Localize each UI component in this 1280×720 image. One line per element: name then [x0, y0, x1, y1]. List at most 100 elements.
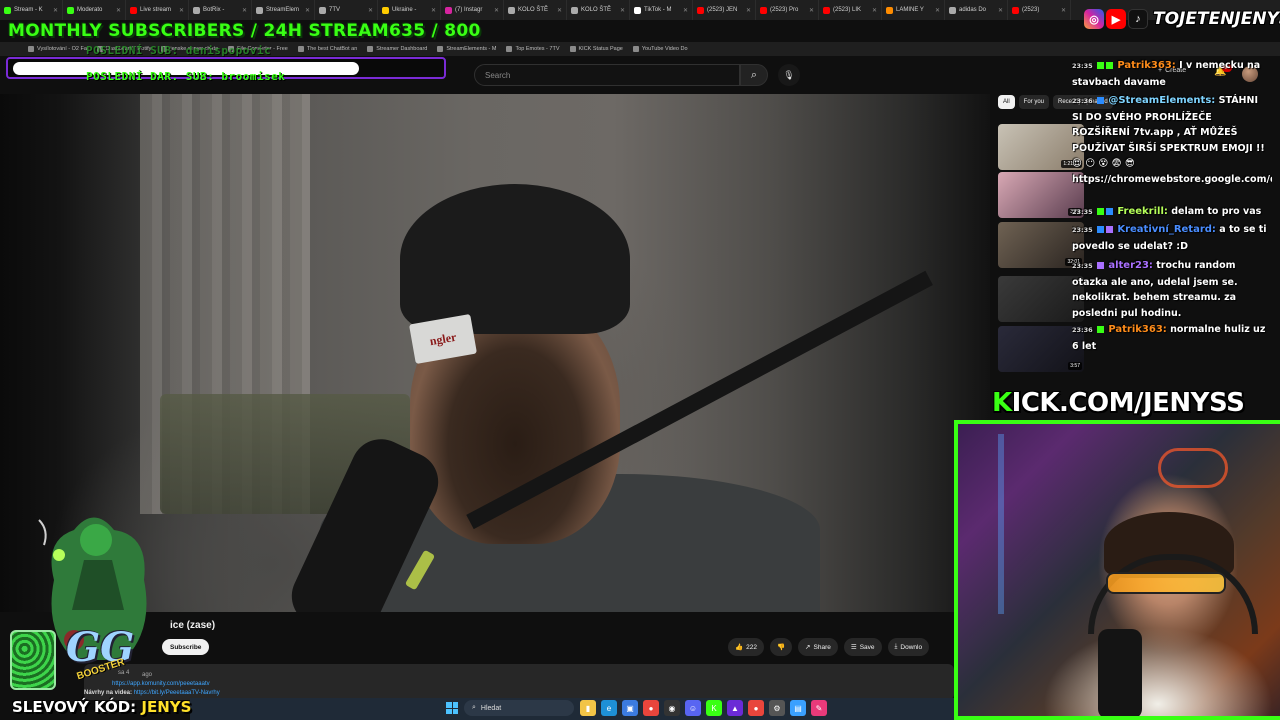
tab-label: (2523): [1022, 7, 1040, 13]
browser-tab[interactable]: Ukraine - ✕: [378, 0, 441, 20]
promo-code-label: SLEVOVÝ KÓD:: [12, 698, 137, 716]
chrome-profile-icon[interactable]: ●: [748, 700, 764, 716]
app-icon[interactable]: ▲: [727, 700, 743, 716]
bookmark-item[interactable]: Streamer Dashboard: [367, 46, 427, 52]
browser-tab[interactable]: Stream - K ✕: [0, 0, 63, 20]
monthly-subscribers-banner: MONTHLY SUBSCRIBERS / 24H STREAM635 / 80…: [8, 21, 481, 41]
bookmark-label: KICK Status Page: [578, 46, 623, 52]
like-button[interactable]: 👍 222: [728, 638, 764, 656]
tab-label: BotRix -: [203, 7, 225, 13]
chat-badge-icon: [1106, 226, 1114, 233]
browser-tab[interactable]: TikTok - M ✕: [630, 0, 693, 20]
bookmark-item[interactable]: YouTube Video Do: [632, 46, 688, 52]
close-icon[interactable]: ✕: [620, 7, 625, 14]
chat-time: 23:35: [1072, 208, 1093, 216]
description-suggestions-link[interactable]: https://bit.ly/PeeetaaaTV-Navrhy: [134, 690, 220, 696]
download-icon: ⤓: [894, 643, 898, 650]
tab-favicon-icon: [67, 6, 74, 14]
browser-tab[interactable]: KOLO ŠTĚ ✕: [567, 0, 630, 20]
filter-chip[interactable]: For you: [1018, 95, 1050, 109]
chat-message: 23:36 Patrik363: normalne huliz uz 6 let: [1072, 322, 1268, 354]
file-explorer-icon[interactable]: ▮: [580, 700, 596, 716]
obs-icon[interactable]: ◉: [664, 700, 680, 716]
close-icon[interactable]: ✕: [431, 7, 436, 14]
close-icon[interactable]: ✕: [368, 7, 373, 14]
voice-search-button[interactable]: 🎙: [778, 64, 800, 86]
browser-tab[interactable]: (2523) ✕: [1008, 0, 1071, 20]
tab-favicon-icon: [634, 6, 641, 14]
close-icon[interactable]: ✕: [1061, 7, 1066, 14]
close-icon[interactable]: ✕: [53, 7, 58, 14]
thumbs-down-icon: 👎: [776, 644, 786, 651]
close-icon[interactable]: ✕: [872, 7, 877, 14]
close-icon[interactable]: ✕: [116, 7, 121, 14]
tab-favicon-icon: [886, 6, 893, 14]
save-button[interactable]: ☰ Save: [843, 638, 882, 656]
close-icon[interactable]: ✕: [746, 7, 751, 14]
close-icon[interactable]: ✕: [242, 7, 247, 14]
last-subscriber-text: POSLEDNÍ SUB: denispopovic: [86, 44, 272, 57]
subscribe-button[interactable]: Subscribe: [162, 639, 210, 655]
close-icon[interactable]: ✕: [494, 7, 499, 14]
instagram-icon: ◎: [1084, 9, 1104, 29]
dislike-button[interactable]: 👎: [769, 638, 793, 656]
search-button[interactable]: ⌕: [740, 64, 768, 86]
tab-label: KOLO ŠTĚ: [518, 7, 549, 13]
browser-tab[interactable]: adidas Do ✕: [945, 0, 1008, 20]
close-icon[interactable]: ✕: [179, 7, 184, 14]
close-icon[interactable]: ✕: [305, 7, 310, 14]
notes-icon[interactable]: ▤: [790, 700, 806, 716]
browser-tab[interactable]: KOLO ŠTĚ ✕: [504, 0, 567, 20]
windows-start-icon[interactable]: [446, 702, 458, 714]
browser-tab[interactable]: (2523) JEN ✕: [693, 0, 756, 20]
tab-label: Ukraine -: [392, 7, 417, 13]
browser-tab[interactable]: Live stream ✕: [126, 0, 189, 20]
browser-tab[interactable]: BotRix - ✕: [189, 0, 252, 20]
close-icon[interactable]: ✕: [998, 7, 1003, 14]
bookmark-item[interactable]: The best ChatBot an: [297, 46, 357, 52]
share-button[interactable]: ↗ Share: [798, 638, 838, 656]
bookmark-item[interactable]: Top Emotes - 7TV: [506, 46, 560, 52]
download-button[interactable]: ⤓ Downlo: [887, 638, 930, 656]
browser-tab[interactable]: (7) Instagr ✕: [441, 0, 504, 20]
search-input[interactable]: Search: [474, 64, 740, 86]
close-icon[interactable]: ✕: [935, 7, 940, 14]
webcam-light-strip: [998, 434, 1004, 614]
webcam-feed: [954, 420, 1280, 720]
chat-time: 23:36: [1072, 97, 1093, 105]
discord-icon[interactable]: ☺: [685, 700, 701, 716]
browser-tab[interactable]: 7TV ✕: [315, 0, 378, 20]
bookmark-item[interactable]: KICK Status Page: [569, 46, 623, 52]
bookmark-item[interactable]: StreamElements - M: [437, 46, 496, 52]
tab-favicon-icon: [4, 6, 11, 14]
pin-icon[interactable]: ✎: [811, 700, 827, 716]
close-icon[interactable]: ✕: [683, 7, 688, 14]
browser-tab[interactable]: StreamElem ✕: [252, 0, 315, 20]
close-icon[interactable]: ✕: [557, 7, 562, 14]
tab-favicon-icon: [319, 6, 326, 14]
video-title: ice (zase): [170, 620, 216, 631]
browser-tab[interactable]: (2523) Pro ✕: [756, 0, 819, 20]
social-handle: TOJETENJENYS: [1153, 9, 1280, 29]
bookmark-label: StreamElements - M: [446, 46, 497, 52]
chat-badge-icon: [1097, 326, 1105, 333]
streamer-glasses: [1106, 572, 1226, 594]
edge-icon[interactable]: e: [601, 700, 617, 716]
filter-chip[interactable]: All: [998, 95, 1015, 109]
browser-tab[interactable]: (2523) LIK ✕: [819, 0, 882, 20]
last-donation-text: POSLEDNÍ DAR. SUB: broomisek: [86, 70, 286, 83]
store-icon[interactable]: ▣: [622, 700, 638, 716]
settings-icon[interactable]: ⚙: [769, 700, 785, 716]
close-icon[interactable]: ✕: [809, 7, 814, 14]
taskbar-search[interactable]: ⌕ Hledat: [464, 700, 574, 716]
chat-time: 23:35: [1072, 262, 1093, 270]
browser-tab[interactable]: LAMINE Y ✕: [882, 0, 945, 20]
search-icon: ⌕: [472, 704, 476, 711]
browser-tab[interactable]: Moderato ✕: [63, 0, 126, 20]
bookmark-item[interactable]: Vysílotování - O2 Fa: [28, 46, 87, 52]
chrome-icon[interactable]: ●: [643, 700, 659, 716]
kick-icon[interactable]: K: [706, 700, 722, 716]
tab-favicon-icon: [130, 6, 137, 14]
chat-message: 23:35 Freekrill: delam to pro vas: [1072, 204, 1268, 221]
tab-label: Stream - K: [14, 7, 43, 13]
